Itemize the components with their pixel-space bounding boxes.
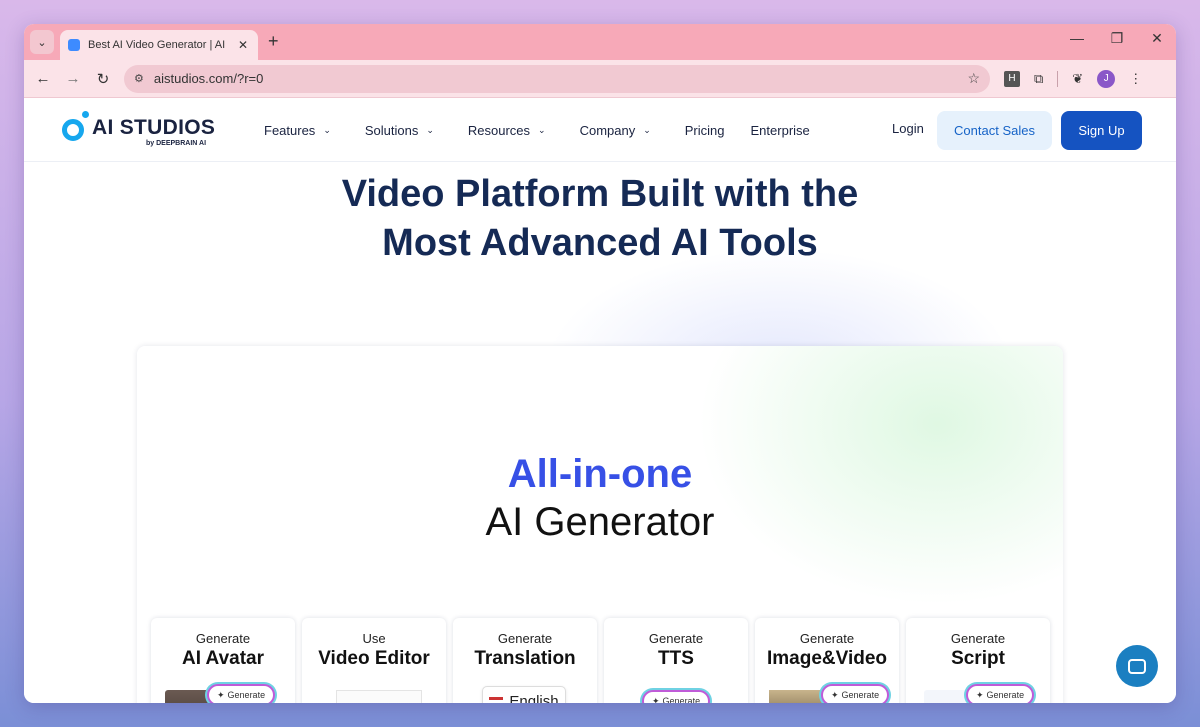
extension-leaf-icon[interactable]: ❦	[1072, 71, 1083, 87]
main-nav: Features ⌄ Solutions ⌄ Resources ⌄ Company ⌄…	[264, 98, 836, 162]
sparkle-icon: ✦	[831, 689, 839, 700]
feature-verb: Generate	[195, 631, 251, 646]
logo-text: AI STUDIOS	[92, 116, 216, 139]
site-header: AI STUDIOS by DEEPBRAIN AI Features ⌄ Sol…	[24, 98, 1176, 162]
feature-noun: Script	[951, 648, 1005, 669]
sparkle-icon: ✦	[217, 689, 225, 700]
hero-title: Video Platform Built with the Most Advan…	[24, 170, 1176, 268]
restore-icon[interactable]: ❐	[1108, 30, 1126, 47]
favicon-icon	[68, 39, 80, 51]
window-controls: — ❐ ✕	[1068, 30, 1166, 47]
sparkle-icon: ✦	[652, 695, 660, 704]
sign-up-button[interactable]: Sign Up	[1061, 111, 1142, 150]
feature-script[interactable]: Generate Script ✦ Generate	[906, 618, 1050, 703]
hero-title-line1: Video Platform Built with the	[341, 173, 859, 215]
minimize-icon[interactable]: —	[1068, 30, 1086, 47]
tab-title: Best AI Video Generator | AI STU	[88, 39, 228, 51]
feature-noun: Image&Video	[766, 648, 888, 669]
logo-dot-icon	[82, 111, 89, 118]
language-label: English	[509, 692, 559, 704]
nav-resources[interactable]: Resources ⌄	[468, 123, 546, 138]
feature-image-video[interactable]: Generate Image&Video ✦ Generate	[755, 618, 899, 703]
chevron-down-icon: ⌄	[323, 124, 331, 135]
language-selector: English	[482, 686, 566, 703]
nav-label: Company	[579, 122, 636, 138]
address-bar[interactable]: ⚙ aistudios.com/?r=0 ☆	[124, 64, 990, 93]
card-title-main: AI Generator	[485, 500, 715, 544]
ai-generator-card: All-in-one AI Generator Generate AI Avat…	[137, 346, 1063, 703]
feature-verb: Generate	[497, 631, 553, 646]
contact-sales-button[interactable]: Contact Sales	[937, 111, 1052, 150]
tab-strip: ⌄ Best AI Video Generator | AI STU ✕ + —…	[24, 24, 1176, 60]
nav-label: Features	[264, 122, 316, 138]
extension-h-icon[interactable]: H	[1004, 70, 1020, 87]
nav-pricing[interactable]: Pricing	[685, 123, 725, 138]
close-icon[interactable]: ✕	[236, 38, 250, 52]
bookmark-star-icon[interactable]: ☆	[967, 70, 980, 87]
extensions-area: H ⧉ ❦ J ⋮	[1004, 69, 1142, 88]
nav-solutions[interactable]: Solutions ⌄	[365, 123, 434, 138]
url-text[interactable]: aistudios.com/?r=0	[154, 71, 958, 86]
close-window-icon[interactable]: ✕	[1148, 30, 1166, 47]
chat-icon	[1128, 658, 1146, 674]
generate-label: Generate	[986, 690, 1025, 700]
nav-features[interactable]: Features ⌄	[264, 123, 331, 138]
generate-pill: ✦ Generate	[642, 690, 711, 704]
extensions-puzzle-icon[interactable]: ⧉	[1034, 71, 1043, 87]
generate-label: Generate	[841, 690, 880, 700]
forward-icon[interactable]: →	[58, 70, 88, 87]
feature-translation[interactable]: Generate Translation English	[453, 618, 597, 703]
web-page: AI STUDIOS by DEEPBRAIN AI Features ⌄ Sol…	[24, 98, 1176, 703]
chat-launcher-button[interactable]	[1116, 645, 1158, 687]
feature-verb: Generate	[648, 631, 704, 646]
generate-label: Generate	[662, 696, 701, 703]
editor-thumbnail	[336, 690, 422, 703]
feature-list: Generate AI Avatar ✦ Generate Use Video E…	[151, 618, 1050, 703]
nav-enterprise[interactable]: Enterprise	[751, 123, 810, 138]
card-title-accent: All-in-one	[507, 452, 693, 496]
profile-avatar[interactable]: J	[1097, 69, 1116, 88]
logo-ring-icon	[62, 119, 84, 141]
tab-search-icon[interactable]: ⌄	[30, 30, 54, 54]
generate-pill: ✦ Generate	[966, 684, 1035, 703]
menu-kebab-icon[interactable]: ⋮	[1129, 71, 1142, 87]
feature-verb: Generate	[799, 631, 855, 646]
feature-noun: Video Editor	[318, 648, 430, 669]
nav-label: Solutions	[364, 122, 419, 138]
site-info-icon[interactable]: ⚙	[134, 72, 144, 85]
feature-ai-avatar[interactable]: Generate AI Avatar ✦ Generate	[151, 618, 295, 703]
nav-company[interactable]: Company ⌄	[580, 123, 651, 138]
logo-subtitle: by DEEPBRAIN AI	[146, 140, 207, 147]
hero-title-line2: Most Advanced AI Tools	[382, 222, 818, 264]
site-logo[interactable]: AI STUDIOS by DEEPBRAIN AI	[60, 111, 220, 151]
chevron-down-icon: ⌄	[538, 124, 546, 135]
generate-pill: ✦ Generate	[821, 684, 890, 703]
toolbar-divider	[1057, 70, 1059, 87]
browser-toolbar: ← → ↻ ⚙ aistudios.com/?r=0 ☆ H ⧉ ❦ J ⋮	[24, 60, 1176, 98]
back-icon[interactable]: ←	[28, 70, 58, 87]
reload-icon[interactable]: ↻	[88, 70, 118, 88]
nav-label: Resources	[467, 122, 531, 138]
generate-label: Generate	[227, 690, 266, 700]
browser-window: ⌄ Best AI Video Generator | AI STU ✕ + —…	[24, 24, 1176, 703]
feature-noun: Translation	[474, 648, 576, 669]
feature-noun: TTS	[658, 648, 694, 669]
us-flag-icon	[489, 696, 504, 703]
tab-active[interactable]: Best AI Video Generator | AI STU ✕	[60, 30, 258, 60]
generate-pill: ✦ Generate	[207, 684, 276, 703]
login-link[interactable]: Login	[892, 121, 924, 136]
new-tab-icon[interactable]: +	[268, 32, 279, 50]
feature-verb: Use	[362, 631, 386, 646]
sparkle-icon: ✦	[976, 689, 984, 700]
feature-tts[interactable]: Generate TTS ✦ Generate	[604, 618, 748, 703]
feature-noun: AI Avatar	[181, 648, 264, 669]
chevron-down-icon: ⌄	[643, 124, 651, 135]
feature-verb: Generate	[950, 631, 1006, 646]
chevron-down-icon: ⌄	[426, 124, 434, 135]
feature-video-editor[interactable]: Use Video Editor	[302, 618, 446, 703]
